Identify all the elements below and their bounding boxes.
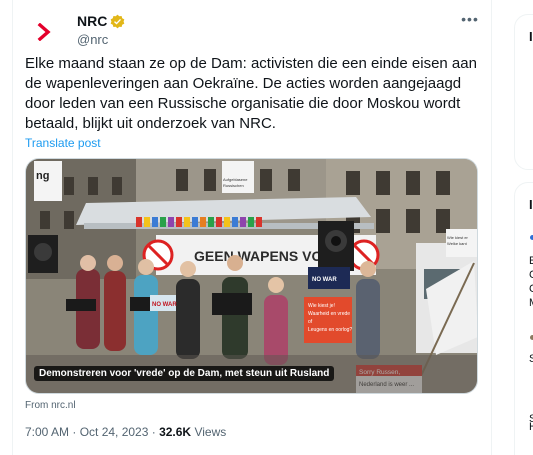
tweet-meta: 7:00 AM · Oct 24, 2023 · 32.6K Views: [25, 425, 226, 439]
tweet-column: NRC @nrc ••• Elke maand staan ze op de D…: [12, 0, 492, 455]
trend-item[interactable]: E: [529, 255, 533, 267]
link-source[interactable]: From nrc.nl: [25, 400, 76, 411]
media-caption: Demonstreren voor 'vrede' op de Dam, met…: [34, 366, 335, 381]
trend-item[interactable]: C: [529, 269, 533, 281]
tweet-header: NRC @nrc •••: [25, 12, 480, 52]
tweet-media-card[interactable]: ng Aufgeblasene Russischen GEEN WAPENS V…: [25, 158, 478, 394]
sidebar-card-2-title: I: [529, 197, 533, 212]
views-count: 32.6K: [159, 425, 192, 439]
more-options-button[interactable]: •••: [460, 12, 480, 30]
author-name[interactable]: NRC: [77, 13, 107, 29]
nrc-logo-icon: [37, 23, 51, 41]
sign-left-top: Aufgeblasene: [223, 177, 248, 182]
protest-photo: ng Aufgeblasene Russischen GEEN WAPENS V…: [26, 159, 477, 393]
music-stand-sign: NO WAR: [152, 302, 177, 308]
placard-line-2: Waarheid en vrede: [308, 311, 350, 317]
sign-right-top: Wie kiest er: [447, 235, 469, 240]
svg-text:ng: ng: [36, 170, 49, 182]
trend-item[interactable]: C: [529, 283, 533, 295]
placard-line-3: of: [308, 319, 313, 325]
tweet-text: Elke maand staan ze op de Dam: activiste…: [25, 55, 477, 132]
trend-item[interactable]: S: [529, 353, 533, 365]
right-sidebar: I I E C C M S S H: [512, 0, 533, 455]
placard-line-4: Leugens en oorlog?: [308, 327, 352, 333]
timestamp[interactable]: 7:00 AM · Oct 24, 2023 ·: [25, 425, 156, 439]
sidebar-card-1-title: I: [529, 29, 533, 44]
sidebar-card-2[interactable]: I E C C M S S H: [514, 182, 533, 455]
views-label: Views: [194, 425, 227, 439]
verified-badge-icon: [111, 14, 125, 28]
sidebar-card-1[interactable]: I: [514, 14, 533, 170]
sign-left-bottom: Russischen: [223, 183, 244, 188]
speaker-sign: NO WAR: [312, 277, 337, 283]
trend-item[interactable]: M: [529, 297, 533, 309]
placard-line-1: Wie kiest je!: [308, 303, 335, 309]
translate-post-link[interactable]: Translate post: [25, 136, 101, 150]
author-name-row: NRC: [77, 13, 125, 29]
avatar[interactable]: [25, 12, 65, 52]
author-handle[interactable]: @nrc: [77, 32, 108, 47]
trend-item[interactable]: H: [529, 421, 533, 433]
sign-right-bottom: Welke kant: [447, 241, 468, 246]
